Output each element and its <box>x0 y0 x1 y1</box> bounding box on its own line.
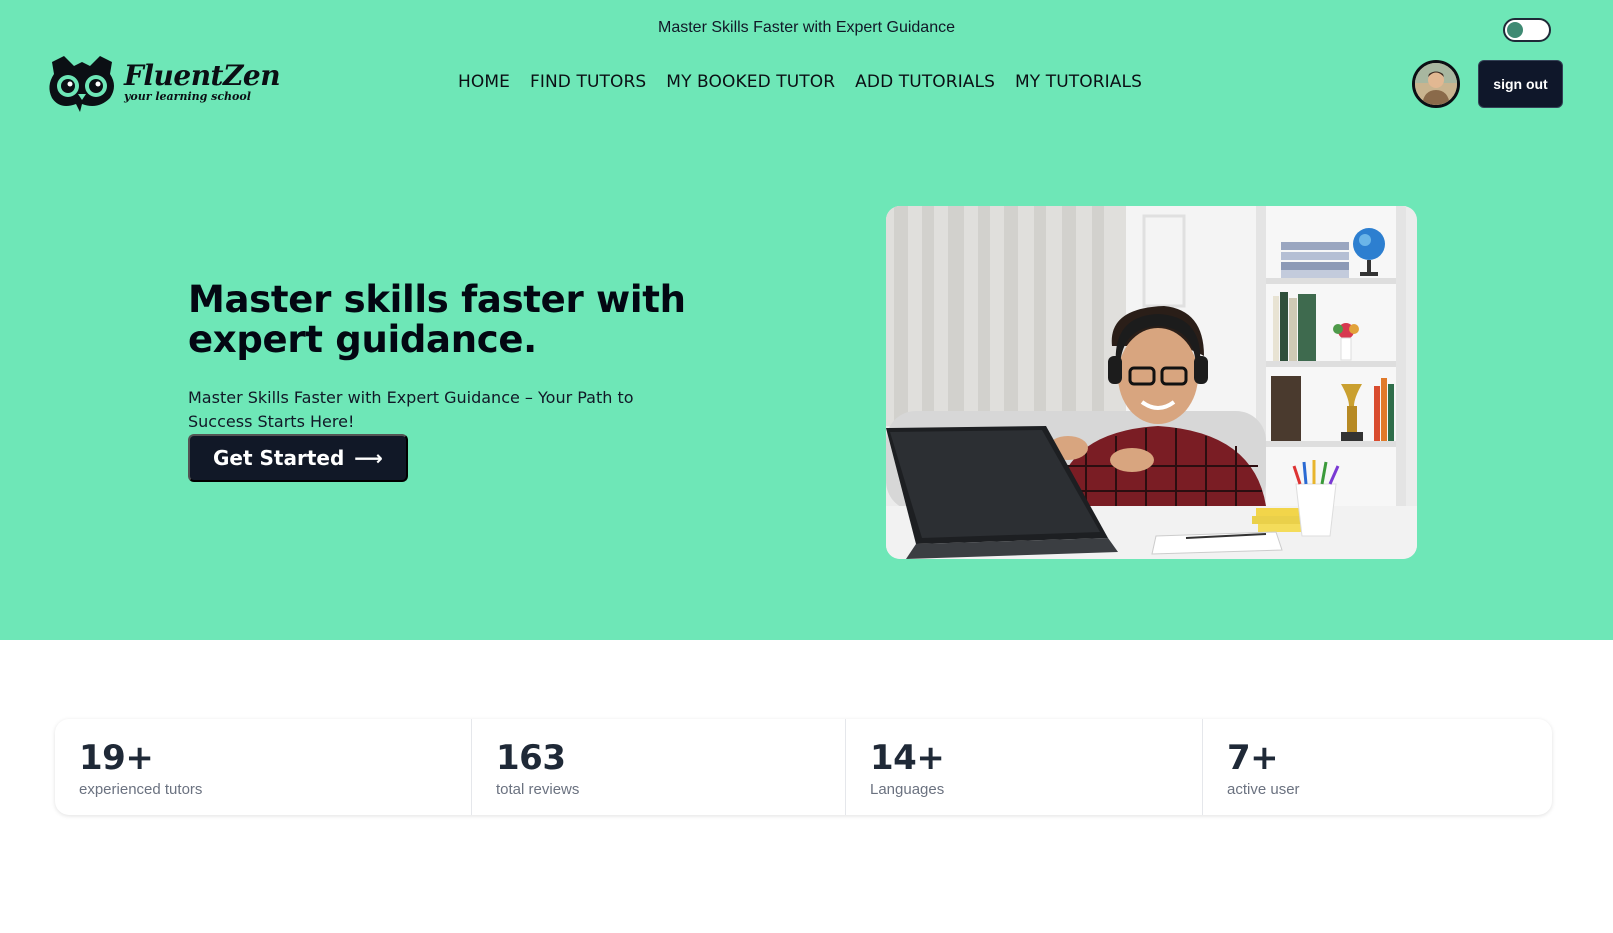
toggle-knob <box>1507 22 1523 38</box>
brand-logo[interactable]: FluentZen your learning school <box>46 52 281 112</box>
stat-reviews: 163 total reviews <box>471 719 845 815</box>
owl-icon <box>49 56 114 112</box>
brand-name: FluentZen <box>124 59 281 92</box>
stats-bar: 19+ experienced tutors 163 total reviews… <box>55 719 1552 815</box>
stat-languages: 14+ Languages <box>845 719 1202 815</box>
theme-toggle[interactable] <box>1503 18 1551 42</box>
hero-subtitle: Master Skills Faster with Expert Guidanc… <box>188 388 634 431</box>
nav-my-tutorials[interactable]: MY TUTORIALS <box>1015 72 1142 92</box>
stat-label: experienced tutors <box>79 781 203 798</box>
get-started-label: Get Started <box>213 446 345 470</box>
nav-find-tutors[interactable]: FIND TUTORS <box>530 72 646 92</box>
nav-my-booked-tutor[interactable]: MY BOOKED TUTOR <box>666 72 835 92</box>
user-photo <box>1415 63 1457 105</box>
top-banner-text: Master Skills Faster with Expert Guidanc… <box>658 19 955 36</box>
nav-home[interactable]: HOME <box>458 72 510 92</box>
main-nav: HOME FIND TUTORS MY BOOKED TUTOR ADD TUT… <box>458 72 1142 92</box>
get-started-button[interactable]: Get Started ⟶ <box>188 434 408 482</box>
user-avatar[interactable] <box>1412 60 1460 108</box>
student-with-laptop-illustration <box>886 206 1417 559</box>
stat-value: 19+ <box>79 738 154 778</box>
stat-value: 7+ <box>1227 738 1279 778</box>
brand-tagline: your learning school <box>124 90 251 103</box>
arrow-right-icon: ⟶ <box>354 446 383 470</box>
nav-add-tutorials[interactable]: ADD TUTORIALS <box>855 72 995 92</box>
stat-active-users: 7+ active user <box>1202 719 1552 815</box>
stat-label: Languages <box>870 781 945 798</box>
hero-image <box>886 206 1417 559</box>
stat-label: active user <box>1227 781 1300 798</box>
stat-tutors: 19+ experienced tutors <box>55 719 471 815</box>
hero-heading: Master skills faster with expert guidanc… <box>188 278 686 361</box>
sign-out-button[interactable]: sign out <box>1478 60 1563 108</box>
stat-value: 14+ <box>870 738 945 778</box>
stat-value: 163 <box>496 738 566 778</box>
stat-label: total reviews <box>496 781 580 798</box>
